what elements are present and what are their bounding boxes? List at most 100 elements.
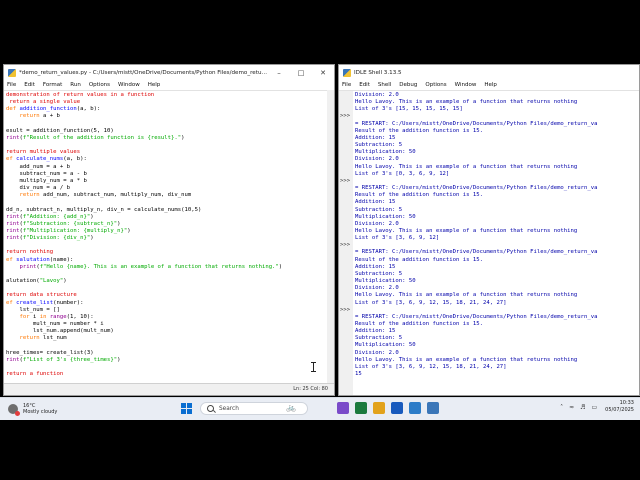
clock[interactable]: 10:33 05/07/2025 (605, 400, 634, 414)
code-line: ef salutation(name): (6, 256, 74, 263)
shell-menubar: File Edit Shell Debug Options Window Hel… (339, 80, 639, 91)
python-icon (343, 68, 351, 77)
shell-line: List of 3's [3, 6, 9, 12, 15, 18, 21, 24… (355, 299, 507, 306)
word-icon[interactable] (391, 402, 403, 414)
date: 05/07/2025 (605, 407, 634, 413)
edge-icon[interactable] (355, 402, 367, 414)
editor-titlebar[interactable]: *demo_return_values.py - C:/Users/mistt/… (4, 65, 334, 80)
code-line: subtract_num = a - b (6, 170, 87, 177)
shell-title: IDLE Shell 3.13.5 (354, 69, 402, 76)
menu-help[interactable]: Help (148, 82, 161, 88)
menu-help[interactable]: Help (484, 82, 497, 88)
menu-options[interactable]: Options (89, 82, 110, 88)
shell-line: Hello Lavoy. This is an example of a fun… (355, 292, 578, 299)
chevron-up-icon[interactable]: ˄ (560, 404, 563, 411)
shell-prompt: >>> (340, 113, 351, 120)
code-line: ef create_list(number): (6, 299, 84, 306)
search-label: Search (219, 405, 239, 412)
idle-shell-icon[interactable] (427, 402, 439, 414)
prompt-gutter: >>> >>> >>> >>> (339, 91, 353, 395)
shell-line: Result of the addition function is 15. (355, 192, 483, 199)
menu-edit[interactable]: Edit (24, 82, 35, 88)
code-line: add_num = a + b (6, 163, 70, 170)
code-line: rint(f"Addition: {add_n}") (6, 213, 94, 220)
editor-scrollbar[interactable] (327, 90, 334, 383)
code-line: print(f"Hello {name}. This is an example… (6, 263, 283, 270)
python-icon (8, 68, 16, 77)
system-tray: ˄ ≈ ♬ ▭ 10:33 05/07/2025 (554, 400, 634, 414)
shell-line: List of 3's [3, 6, 9, 12] (355, 235, 440, 242)
code-editor[interactable]: demonstration of return values in a func… (4, 91, 334, 381)
editor-window[interactable]: *demo_return_values.py - C:/Users/mistt/… (3, 64, 335, 396)
shell-line: List of 3's [3, 6, 9, 12, 15, 18, 21, 24… (355, 363, 507, 370)
menu-shell[interactable]: Shell (378, 82, 391, 88)
chrome-icon[interactable] (337, 402, 349, 414)
shell-titlebar[interactable]: IDLE Shell 3.13.5 (339, 65, 639, 80)
code-line: def addition_function(a, b): (6, 106, 101, 113)
shell-output-area[interactable]: >>> >>> >>> >>> Division: 2.0 Hello Lavoy. T… (339, 91, 639, 395)
menu-file[interactable]: File (7, 82, 16, 88)
menu-window[interactable]: Window (118, 82, 140, 88)
menu-options[interactable]: Options (425, 82, 446, 88)
shell-line: Addition: 15 (355, 134, 396, 141)
weather-desc: Mostly cloudy (23, 409, 58, 415)
menu-debug[interactable]: Debug (399, 82, 417, 88)
menu-file[interactable]: File (342, 82, 351, 88)
menu-window[interactable]: Window (455, 82, 477, 88)
code-line: rint(f"Result of the addition function i… (6, 134, 185, 141)
shell-line: Subtraction: 5 (355, 206, 403, 213)
code-line: esult = addition_function(5, 10) (6, 127, 114, 134)
code-line: hree_times= create_list(3) (6, 349, 94, 356)
shell-output[interactable]: Division: 2.0 Hello Lavoy. This is an exa… (353, 91, 639, 378)
shell-line: Subtraction: 5 (355, 270, 403, 277)
taskbar: 16°C Mostly cloudy Search 🚲 ˄ ≈ ♬ ▭ 10:3… (0, 397, 640, 420)
wifi-icon[interactable]: ≈ (569, 404, 574, 411)
shell-line: Hello Lavoy. This is an example of a fun… (355, 163, 578, 170)
code-line: demonstration of return values in a func… (6, 92, 155, 98)
code-line: lst_num = [] (6, 306, 60, 313)
cloud-icon (8, 404, 20, 416)
shell-line: Division: 2.0 (355, 285, 399, 292)
code-line: div_num = a / b (6, 185, 70, 192)
shell-line: Subtraction: 5 (355, 335, 403, 342)
code-line: return a + b (6, 113, 60, 120)
code-line: lst_num.append(mult_num) (6, 328, 114, 335)
menu-run[interactable]: Run (70, 82, 81, 88)
shell-line: = RESTART: C:/Users/mistt/OneDrive/Docum… (355, 120, 598, 127)
code-line: return a function (6, 371, 64, 378)
shell-line: Subtraction: 5 (355, 142, 403, 149)
menu-format[interactable]: Format (43, 82, 62, 88)
shell-prompt: >>> (340, 242, 351, 249)
shell-line: Addition: 15 (355, 263, 396, 270)
code-line: dd_n, subtract_n, multiply_n, div_n = ca… (6, 206, 202, 213)
file-explorer-icon[interactable] (373, 402, 385, 414)
shell-line: 15 (355, 371, 362, 378)
minimize-button[interactable]: – (268, 69, 290, 77)
battery-icon[interactable]: ▭ (592, 404, 598, 411)
maximize-button[interactable]: □ (290, 69, 312, 77)
code-line: ef calculate_nums(a, b): (6, 156, 87, 163)
time: 10:33 (619, 400, 634, 406)
shell-line: Result of the addition function is 15. (355, 127, 483, 134)
windows-start-icon[interactable] (181, 403, 192, 414)
close-button[interactable]: ✕ (312, 69, 334, 77)
shell-line: Hello Lavoy. This is an example of a fun… (355, 99, 578, 106)
editor-menubar: File Edit Format Run Options Window Help (4, 80, 334, 91)
search-icon (207, 405, 214, 412)
shell-line: Multiplication: 50 (355, 213, 416, 220)
weather-widget[interactable]: 16°C Mostly cloudy (8, 403, 178, 416)
volume-icon[interactable]: ♬ (580, 404, 585, 411)
code-line: mult_num = number * i (6, 321, 104, 327)
editor-title: *demo_return_values.py - C:/Users/mistt/… (19, 69, 268, 76)
idle-editor-icon[interactable] (409, 402, 421, 414)
shell-line: Division: 2.0 (355, 349, 399, 356)
menu-edit[interactable]: Edit (359, 82, 370, 88)
shell-window[interactable]: IDLE Shell 3.13.5 File Edit Shell Debug … (338, 64, 640, 396)
